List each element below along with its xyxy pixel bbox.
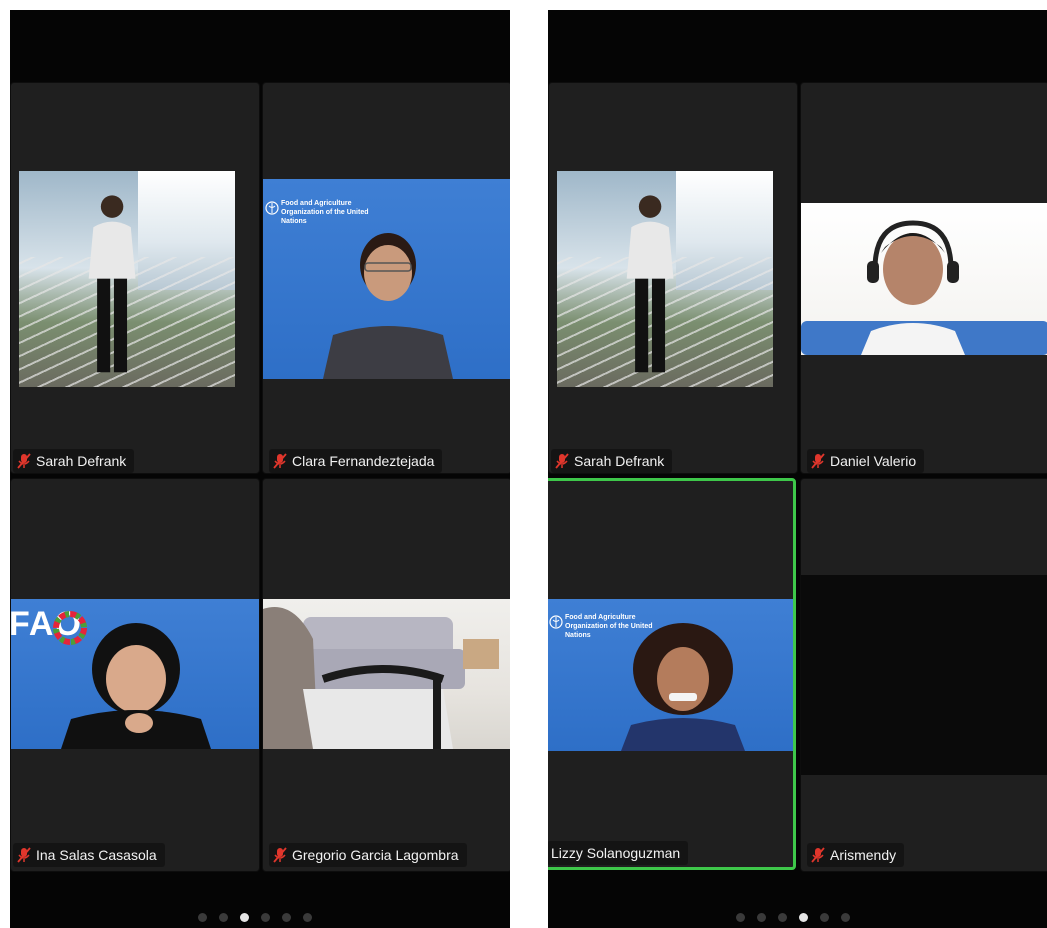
page-dot[interactable]	[303, 913, 312, 922]
participant-tile[interactable]: FAO Ina Salas Casasola	[10, 478, 260, 872]
fao-logo-text: Food and Agriculture Organization of the…	[281, 200, 369, 225]
muted-mic-icon	[273, 847, 287, 863]
participant-name-tag: Gregorio Garcia Lagombra	[269, 843, 467, 867]
muted-mic-icon	[811, 453, 825, 469]
participant-video	[801, 203, 1047, 355]
page-indicator[interactable]	[198, 913, 312, 922]
page-indicator[interactable]	[736, 913, 850, 922]
participant-video: Food and Agriculture Organization of the…	[263, 179, 510, 379]
person-figure	[88, 195, 136, 373]
participant-video	[557, 171, 773, 387]
participant-tile[interactable]: Arismendy	[800, 478, 1047, 872]
muted-mic-icon	[811, 847, 825, 863]
participant-name: Sarah Defrank	[574, 453, 665, 469]
page-dot[interactable]	[282, 913, 291, 922]
participant-tile-active-speaker[interactable]: Food and Agriculture Organization of the…	[548, 478, 796, 870]
participant-name: Lizzy Solanoguzman	[551, 845, 681, 861]
page-dot[interactable]	[841, 913, 850, 922]
participant-tile[interactable]: Sarah Defrank	[10, 82, 260, 474]
page-dot-active[interactable]	[240, 913, 249, 922]
participant-tile[interactable]: Gregorio Garcia Lagombra	[262, 478, 510, 872]
participant-video	[263, 599, 510, 749]
participant-tile[interactable]: Sarah Defrank	[548, 82, 798, 474]
muted-mic-icon	[555, 453, 569, 469]
participant-name-tag: Arismendy	[807, 843, 905, 867]
participant-name-tag: Lizzy Solanoguzman	[548, 841, 689, 865]
participant-video-off	[801, 575, 1047, 775]
muted-mic-icon	[17, 847, 31, 863]
room-scene	[263, 607, 499, 749]
participant-video: FAO	[11, 599, 259, 749]
participant-name: Arismendy	[830, 847, 897, 863]
page-dot[interactable]	[820, 913, 829, 922]
page-dot[interactable]	[219, 913, 228, 922]
participant-name-tag: Daniel Valerio	[807, 449, 925, 473]
page-dot-active[interactable]	[799, 913, 808, 922]
muted-mic-icon	[273, 453, 287, 469]
meeting-screen-left: Sarah Defrank Food and Agriculture Organ…	[10, 10, 510, 928]
participant-name-tag: Sarah Defrank	[13, 449, 135, 473]
participant-tile[interactable]: Food and Agriculture Organization of the…	[262, 82, 510, 474]
person-figure	[621, 623, 745, 751]
page-dot[interactable]	[261, 913, 270, 922]
person-figure	[323, 233, 453, 379]
participant-name: Clara Fernandeztejada	[292, 453, 435, 469]
person-figure	[626, 195, 674, 373]
person-figure	[801, 220, 1047, 355]
participant-name-tag: Clara Fernandeztejada	[269, 449, 443, 473]
participant-name: Gregorio Garcia Lagombra	[292, 847, 459, 863]
person-figure	[61, 623, 211, 749]
participant-name: Sarah Defrank	[36, 453, 127, 469]
participant-name-tag: Sarah Defrank	[551, 449, 673, 473]
meeting-screen-right: Sarah Defrank Daniel Valerio Food and Ag…	[548, 10, 1047, 928]
participant-video: Food and Agriculture Organization of the…	[548, 599, 793, 751]
page-dot[interactable]	[198, 913, 207, 922]
participant-tile[interactable]: Daniel Valerio	[800, 82, 1047, 474]
page-dot[interactable]	[736, 913, 745, 922]
fao-logo-icon	[549, 615, 563, 629]
participant-name: Ina Salas Casasola	[36, 847, 157, 863]
fao-logo-icon	[265, 201, 279, 215]
page-dot[interactable]	[778, 913, 787, 922]
page-dot[interactable]	[757, 913, 766, 922]
muted-mic-icon	[17, 453, 31, 469]
participant-name: Daniel Valerio	[830, 453, 917, 469]
participant-name-tag: Ina Salas Casasola	[13, 843, 165, 867]
participant-video	[19, 171, 235, 387]
